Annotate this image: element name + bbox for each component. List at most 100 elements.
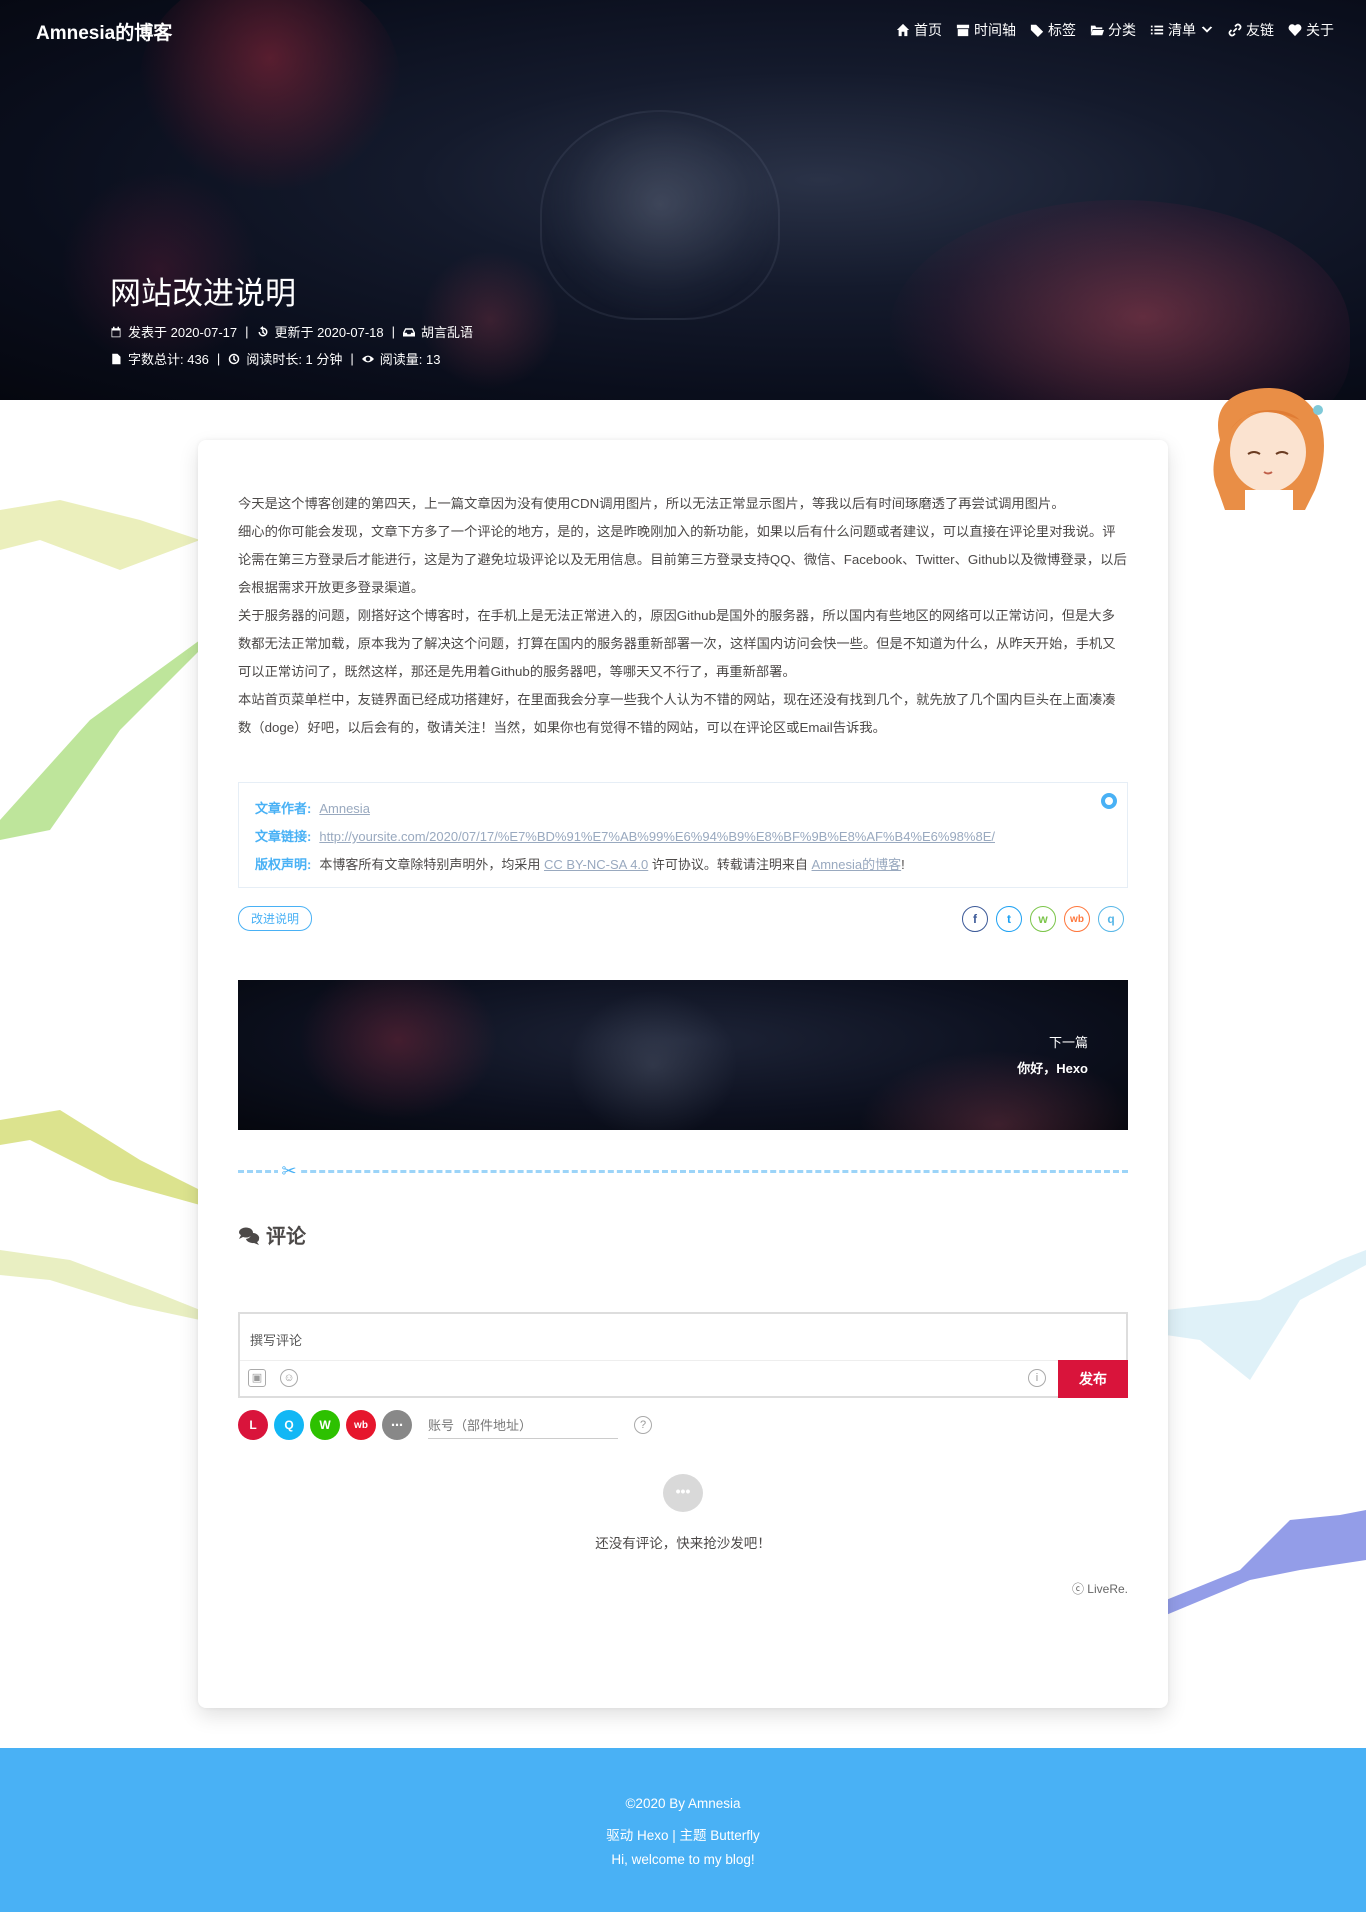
folder-open-icon — [1090, 25, 1104, 36]
empty-comments-icon: ••• — [663, 1474, 703, 1512]
copyright-circle-icon — [1101, 793, 1117, 809]
history-icon — [258, 325, 268, 336]
jellyfish-decoration — [540, 110, 780, 320]
meta-separator: | — [391, 324, 396, 339]
weibo-share-icon[interactable]: wb — [1064, 906, 1090, 932]
livere-login-icon[interactable]: L — [238, 1410, 268, 1440]
more-login-icon[interactable]: ⋯ — [382, 1410, 412, 1440]
nav-label: 时间轴 — [974, 22, 1016, 38]
nav-item-timeline[interactable]: 时间轴 — [956, 20, 1016, 40]
jellyfish-decoration — [890, 200, 1350, 400]
scissors-icon: ✂ — [278, 1160, 300, 1182]
post-card: 今天是这个博客创建的第四天，上一篇文章因为没有使用CDN调用图片，所以无法正常显… — [198, 440, 1168, 1708]
post-meta-dates: 发表于 2020-07-17 | 更新于 2020-07-18 | 胡言乱语 — [110, 322, 473, 341]
post-published-date: 发表于 2020-07-17 — [128, 325, 238, 340]
post-paragraph: 今天是这个博客创建的第四天，上一篇文章因为没有使用CDN调用图片，所以无法正常显… — [238, 496, 1065, 511]
post-paragraph: 关于服务器的问题，刚搭好这个博客时，在手机上是无法正常进入的，原因Github是… — [238, 608, 1116, 679]
post-category-link[interactable]: 胡言乱语 — [421, 322, 473, 341]
next-post-label: 下一篇 — [1048, 1035, 1088, 1050]
nav-label: 友链 — [1246, 22, 1274, 38]
footer-welcome: Hi, welcome to my blog! — [611, 1852, 755, 1867]
wechat-login-icon[interactable]: W — [310, 1410, 340, 1440]
archive-icon — [956, 24, 970, 37]
link-icon — [1228, 23, 1242, 37]
post-view-count: 阅读量: 13 — [379, 352, 441, 367]
post-read-time: 阅读时长: 1 分钟 — [246, 352, 343, 367]
mascot-character-image — [1213, 388, 1324, 510]
login-providers: L Q W wb ⋯ 账号（部件地址） ? — [238, 1410, 652, 1440]
nav-item-links[interactable]: 友链 — [1228, 20, 1274, 40]
file-text-icon — [112, 353, 121, 364]
license-text-suffix: ! — [901, 857, 905, 872]
share-buttons: f t w wb q — [962, 906, 1124, 932]
jellyfish-decoration — [568, 990, 738, 1130]
weibo-login-icon[interactable]: wb — [346, 1410, 376, 1440]
nav-item-tags[interactable]: 标签 — [1030, 20, 1076, 40]
license-text-prefix: 本博客所有文章除特别声明外，均采用 — [319, 857, 541, 872]
site-name[interactable]: Amnesia的博客 — [36, 18, 172, 45]
post-paragraph: 本站首页菜单栏中，友链界面已经成功搭建好，在里面我会分享一些我个人认为不错的网站… — [238, 692, 1116, 735]
qq-share-icon[interactable]: q — [1098, 906, 1124, 932]
copyright-license-label: 版权声明: — [255, 857, 312, 872]
publish-button[interactable]: 发布 — [1058, 1360, 1128, 1398]
help-icon[interactable]: ? — [634, 1416, 652, 1434]
meta-separator: | — [350, 351, 354, 366]
nav-item-list[interactable]: 清单 — [1150, 20, 1214, 40]
comment-divider — [238, 1170, 1128, 1174]
eye-icon — [361, 355, 374, 362]
nav-label: 清单 — [1168, 22, 1196, 38]
facebook-share-icon[interactable]: f — [962, 906, 988, 932]
list-icon — [1150, 25, 1164, 35]
calendar-icon — [111, 326, 121, 337]
twitter-share-icon[interactable]: t — [996, 906, 1022, 932]
footer-copyright: ©2020 By Amnesia — [625, 1796, 741, 1811]
clock-icon — [229, 353, 240, 364]
post-title: 网站改进说明 — [110, 276, 296, 311]
copyright-author-label: 文章作者: — [255, 801, 312, 816]
wechat-share-icon[interactable]: w — [1030, 906, 1056, 932]
account-input[interactable]: 账号（部件地址） — [428, 1411, 618, 1439]
main-nav: 首页 时间轴 标签 分类 清单 友链 关于 — [896, 20, 1334, 40]
nav-item-home[interactable]: 首页 — [896, 20, 942, 40]
comments-icon — [239, 1226, 260, 1245]
post-header-banner: Amnesia的博客 首页 时间轴 标签 分类 清单 友链 关于 网站改进说明 … — [0, 0, 1366, 400]
copyright-post-url[interactable]: http://yoursite.com/2020/07/17/%E7%BD%91… — [319, 829, 995, 844]
post-copyright-box: 文章作者: Amnesia 文章链接: http://yoursite.com/20… — [238, 782, 1128, 888]
next-post-link[interactable]: 下一篇 你好，Hexo — [238, 980, 1128, 1130]
copyright-author-row: 文章作者: Amnesia — [255, 795, 1111, 823]
post-meta-stats: 字数总计: 436 | 阅读时长: 1 分钟 | 阅读量: 13 — [110, 349, 440, 368]
meta-separator: | — [216, 351, 221, 366]
image-upload-icon[interactable]: ▣ — [248, 1369, 266, 1387]
copyright-author-link[interactable]: Amnesia — [319, 801, 370, 816]
copyright-license-row: 版权声明: 本博客所有文章除特别声明外，均采用 CC BY-NC-SA 4.0 许… — [255, 851, 1111, 879]
footer-powered-by: 驱动 Hexo | 主题 Butterfly — [606, 1828, 760, 1843]
comment-editor[interactable]: 撰写评论 ▣ ☺ i 发布 — [238, 1312, 1128, 1398]
home-icon — [896, 23, 910, 37]
qq-login-icon[interactable]: Q — [274, 1410, 304, 1440]
chevron-down-icon — [1201, 26, 1213, 33]
comment-toolbar: ▣ ☺ i — [240, 1360, 1126, 1396]
tags-icon — [1030, 24, 1044, 37]
post-updated-date: 更新于 2020-07-18 — [274, 325, 384, 340]
nav-item-categories[interactable]: 分类 — [1090, 20, 1136, 40]
livere-credit-link[interactable]: ⓒ LiveRe. — [1072, 1580, 1128, 1597]
jellyfish-decoration — [298, 980, 498, 1120]
post-paragraph: 细心的你可能会发现，文章下方多了一个评论的地方，是的，这是昨晚刚加入的新功能，如… — [238, 524, 1127, 595]
post-word-count: 字数总计: 436 — [128, 352, 209, 367]
meta-separator: | — [245, 324, 249, 339]
emoji-icon[interactable]: ☺ — [280, 1369, 298, 1387]
comments-title: 评论 — [266, 1226, 306, 1248]
inbox-icon — [403, 327, 416, 336]
copyright-link-label: 文章链接: — [255, 829, 312, 844]
nav-label: 分类 — [1108, 22, 1136, 38]
nav-label: 关于 — [1306, 22, 1334, 38]
empty-comments-text: 还没有评论，快来抢沙发吧！ — [595, 1536, 771, 1551]
nav-item-about[interactable]: 关于 — [1288, 20, 1334, 40]
post-tag[interactable]: 改进说明 — [238, 906, 313, 931]
site-footer: ©2020 By Amnesia 驱动 Hexo | 主题 Butterfly … — [0, 1748, 1366, 1912]
comment-placeholder: 撰写评论 — [250, 1333, 303, 1348]
site-home-link[interactable]: Amnesia的博客 — [812, 857, 902, 872]
info-icon[interactable]: i — [1028, 1369, 1046, 1387]
license-link[interactable]: CC BY-NC-SA 4.0 — [544, 857, 648, 872]
jellyfish-decoration — [420, 250, 560, 390]
